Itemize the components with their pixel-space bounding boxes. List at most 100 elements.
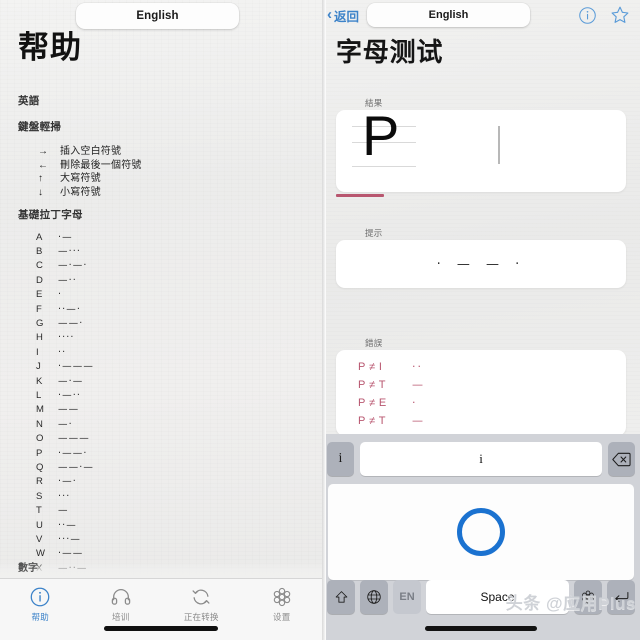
tab-training[interactable]: 培训 [81, 586, 162, 623]
alphabet-letter: B [36, 246, 43, 258]
return-key[interactable] [607, 580, 635, 614]
alphabet-morse: ···— [58, 533, 81, 545]
alphabet-letter: R [36, 476, 44, 488]
alphabet-row: L ·—·· [36, 388, 94, 402]
language-selector-left[interactable]: English [76, 3, 239, 29]
alphabet-letter: J [36, 361, 41, 373]
alphabet-row: P ·——· [36, 446, 94, 460]
result-label: 結果 [365, 98, 383, 108]
alphabet-letter: G [36, 318, 44, 330]
nav-bar: ‹ 返回 English [322, 0, 640, 30]
text-input-field[interactable]: i [360, 442, 602, 476]
result-letter: P [362, 110, 400, 167]
alphabet-morse: — [58, 505, 69, 517]
alphabet-row: C —·—· [36, 259, 94, 273]
language-selector-right[interactable]: English [367, 3, 531, 27]
page-title-help: 帮助 [18, 30, 82, 65]
alphabet-morse: —·—· [58, 260, 88, 272]
section-swipe-heading: 鍵盤輕掃 [18, 121, 62, 133]
shift-key[interactable] [327, 580, 355, 614]
alphabet-row: O ——— [36, 431, 94, 445]
space-key[interactable]: Space [426, 580, 569, 614]
alphabet-morse: —··· [58, 246, 81, 258]
language-key[interactable]: EN [393, 580, 421, 614]
tab-label: 设置 [273, 612, 291, 622]
panel-divider [322, 0, 326, 640]
alphabet-morse: ·—· [58, 476, 77, 488]
morse-tap-pad[interactable] [328, 484, 634, 580]
list-item: → 插入空白符號 [38, 142, 142, 157]
list-item: ↓ 小寫符號 [38, 183, 142, 198]
chevron-left-icon: ‹ [327, 6, 332, 23]
globe-key[interactable] [360, 580, 388, 614]
error-label: 錯誤 [365, 338, 383, 348]
shift-icon [335, 590, 347, 603]
tab-label: 培训 [112, 612, 130, 622]
alphabet-letter: O [36, 433, 44, 445]
preview-key[interactable]: i [327, 442, 354, 476]
tab-converting[interactable]: 正在转换 [161, 586, 242, 623]
keyboard-input-row: i i [322, 440, 640, 478]
alphabet-morse: —· [58, 418, 73, 430]
alphabet-row: G ——· [36, 316, 94, 330]
alphabet-row: R ·—· [36, 475, 94, 489]
alphabet-letter: P [36, 447, 43, 459]
alphabet-letter: V [36, 533, 43, 545]
error-morse: ·· [412, 360, 423, 373]
alphabet-row: J ·——— [36, 360, 94, 374]
alphabet-morse: —— [58, 404, 80, 416]
alphabet-letter: T [36, 505, 43, 517]
alphabet-morse: ··— [58, 519, 77, 531]
settings-flower-icon [273, 587, 291, 607]
alphabet-letter: C [36, 260, 44, 272]
alphabet-row: T — [36, 503, 94, 517]
alphabet-morse: ——· [58, 318, 84, 330]
alphabet-letter: M [36, 404, 45, 416]
star-outline-icon[interactable] [610, 5, 630, 25]
alphabet-row: K —·— [36, 374, 94, 388]
alphabet-row: B —··· [36, 244, 94, 258]
alphabet-morse: —·· [58, 274, 77, 286]
backspace-key[interactable] [608, 442, 635, 476]
alphabet-letter: U [36, 519, 44, 531]
error-row: P ≠ T — [358, 414, 425, 427]
alphabet-morse: ·— [58, 231, 73, 243]
arrow-up-icon: ↑ [38, 173, 43, 184]
alphabet-letter: H [36, 332, 44, 344]
help-screen: English 帮助 英語 鍵盤輕掃 → 插入空白符號 ← 刪除最後一個符號 ↑… [0, 0, 322, 640]
globe-icon [367, 590, 381, 604]
info-circle-icon [30, 587, 50, 607]
alphabet-row: S ··· [36, 489, 94, 503]
alphabet-row: M —— [36, 403, 94, 417]
morse-alphabet-list: A ·— B —··· C —·—· D —·· E · F ··—· G ——· H ···· I ·· J ·——… [36, 230, 94, 604]
alphabet-morse: ···· [58, 332, 75, 344]
letter-test-screen: ‹ 返回 English 字母测试 結果 P 提示 · — — · 錯誤 P ≠… [322, 0, 640, 640]
alphabet-morse: ·——· [58, 447, 88, 459]
error-row: P ≠ T — [358, 378, 425, 391]
alphabet-row: Q ——·— [36, 460, 94, 474]
hint-card: · — — · [336, 240, 626, 288]
keyboard-settings-key[interactable] [574, 580, 602, 614]
alphabet-row: F ··—· [36, 302, 94, 316]
alphabet-row: A ·— [36, 230, 94, 244]
info-circle-icon[interactable] [578, 6, 597, 25]
alphabet-morse: ——— [58, 433, 90, 445]
error-pair: P ≠ E [358, 396, 387, 409]
preview-key-label: i [338, 451, 343, 466]
error-pair: P ≠ T [358, 414, 386, 427]
result-card: P [336, 110, 626, 192]
morse-tap-ring[interactable] [457, 508, 505, 556]
alphabet-letter: F [36, 303, 43, 315]
hint-morse-code: · — — · [436, 256, 526, 272]
alphabet-morse: ·—·· [58, 389, 81, 401]
tab-help[interactable]: 帮助 [0, 586, 81, 623]
tab-settings[interactable]: 设置 [242, 586, 323, 623]
alphabet-row: W ·—— [36, 547, 94, 561]
language-key-label: EN [399, 591, 415, 603]
back-button[interactable]: ‹ 返回 [327, 6, 359, 25]
return-icon [614, 591, 628, 602]
alphabet-row: I ·· [36, 345, 94, 359]
result-progress-underline [336, 194, 384, 197]
alphabet-morse: · [58, 289, 63, 301]
alphabet-morse: ——·— [58, 461, 94, 473]
